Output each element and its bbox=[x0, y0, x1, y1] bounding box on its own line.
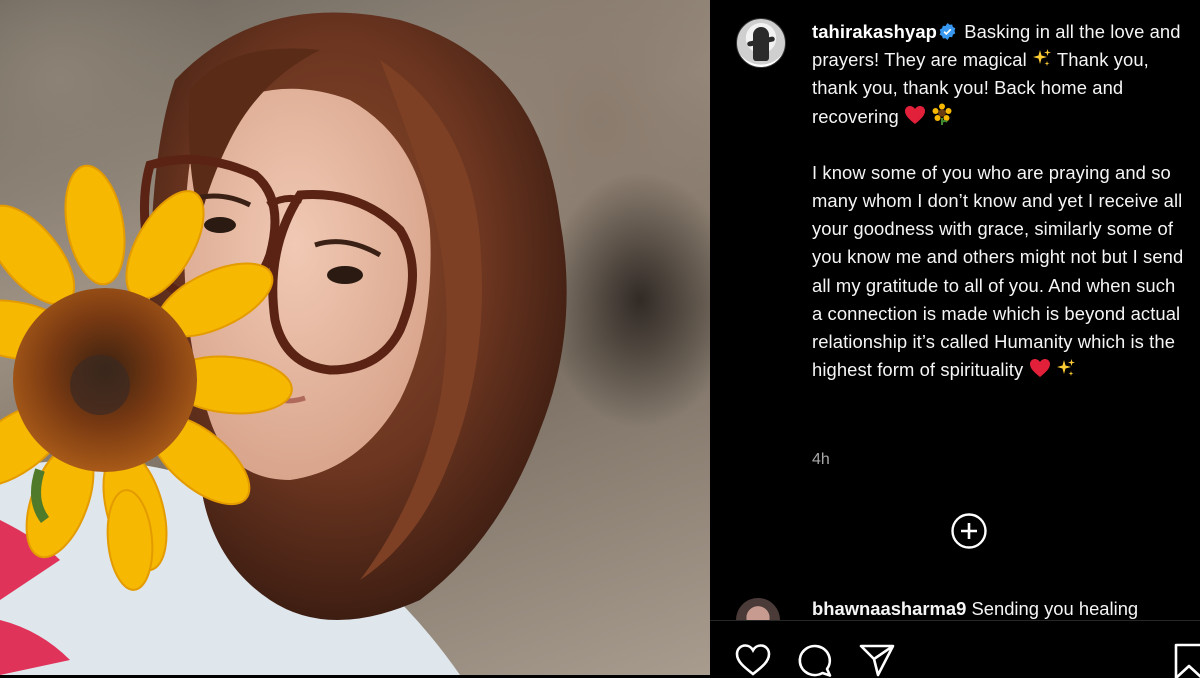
comment-text: Sending you healing bbox=[971, 598, 1139, 619]
commenter-username[interactable]: bhawnaasharma9 bbox=[812, 598, 966, 619]
comment-icon[interactable] bbox=[796, 642, 834, 678]
red-heart-icon bbox=[905, 105, 926, 124]
heart-outline-icon[interactable] bbox=[734, 642, 772, 678]
post-actions-bar bbox=[710, 640, 1200, 678]
red-heart-icon bbox=[1029, 359, 1050, 378]
caption-text-part-3: I know some of you who are praying and s… bbox=[812, 161, 1184, 381]
post-photo bbox=[0, 0, 710, 675]
sparkles-icon bbox=[1056, 359, 1075, 377]
post-detail-panel: tahirakashyap Basking in all the love an… bbox=[710, 0, 1200, 678]
verified-badge-icon bbox=[939, 23, 956, 40]
caption-paragraph-1: tahirakashyap Basking in all the love an… bbox=[812, 18, 1190, 131]
post-timestamp[interactable]: 4h bbox=[812, 451, 830, 469]
post-caption: tahirakashyap Basking in all the love an… bbox=[812, 18, 1190, 384]
commenter-avatar[interactable] bbox=[736, 598, 780, 620]
caption-paragraph-2: I know some of you who are praying and s… bbox=[812, 159, 1190, 385]
author-avatar[interactable] bbox=[736, 18, 786, 68]
photo-illustration bbox=[0, 12, 567, 675]
sparkles-icon bbox=[1032, 49, 1051, 67]
sunflower-icon bbox=[932, 103, 952, 125]
actions-divider bbox=[710, 620, 1200, 621]
bookmark-icon[interactable] bbox=[1170, 642, 1200, 678]
author-username[interactable]: tahirakashyap bbox=[812, 21, 937, 42]
comment-body: bhawnaasharma9 Sending you healing bbox=[812, 598, 1138, 620]
add-comment-icon[interactable] bbox=[950, 512, 988, 550]
comment-item: bhawnaasharma9 Sending you healing bbox=[736, 596, 1200, 620]
send-icon[interactable] bbox=[858, 642, 896, 678]
